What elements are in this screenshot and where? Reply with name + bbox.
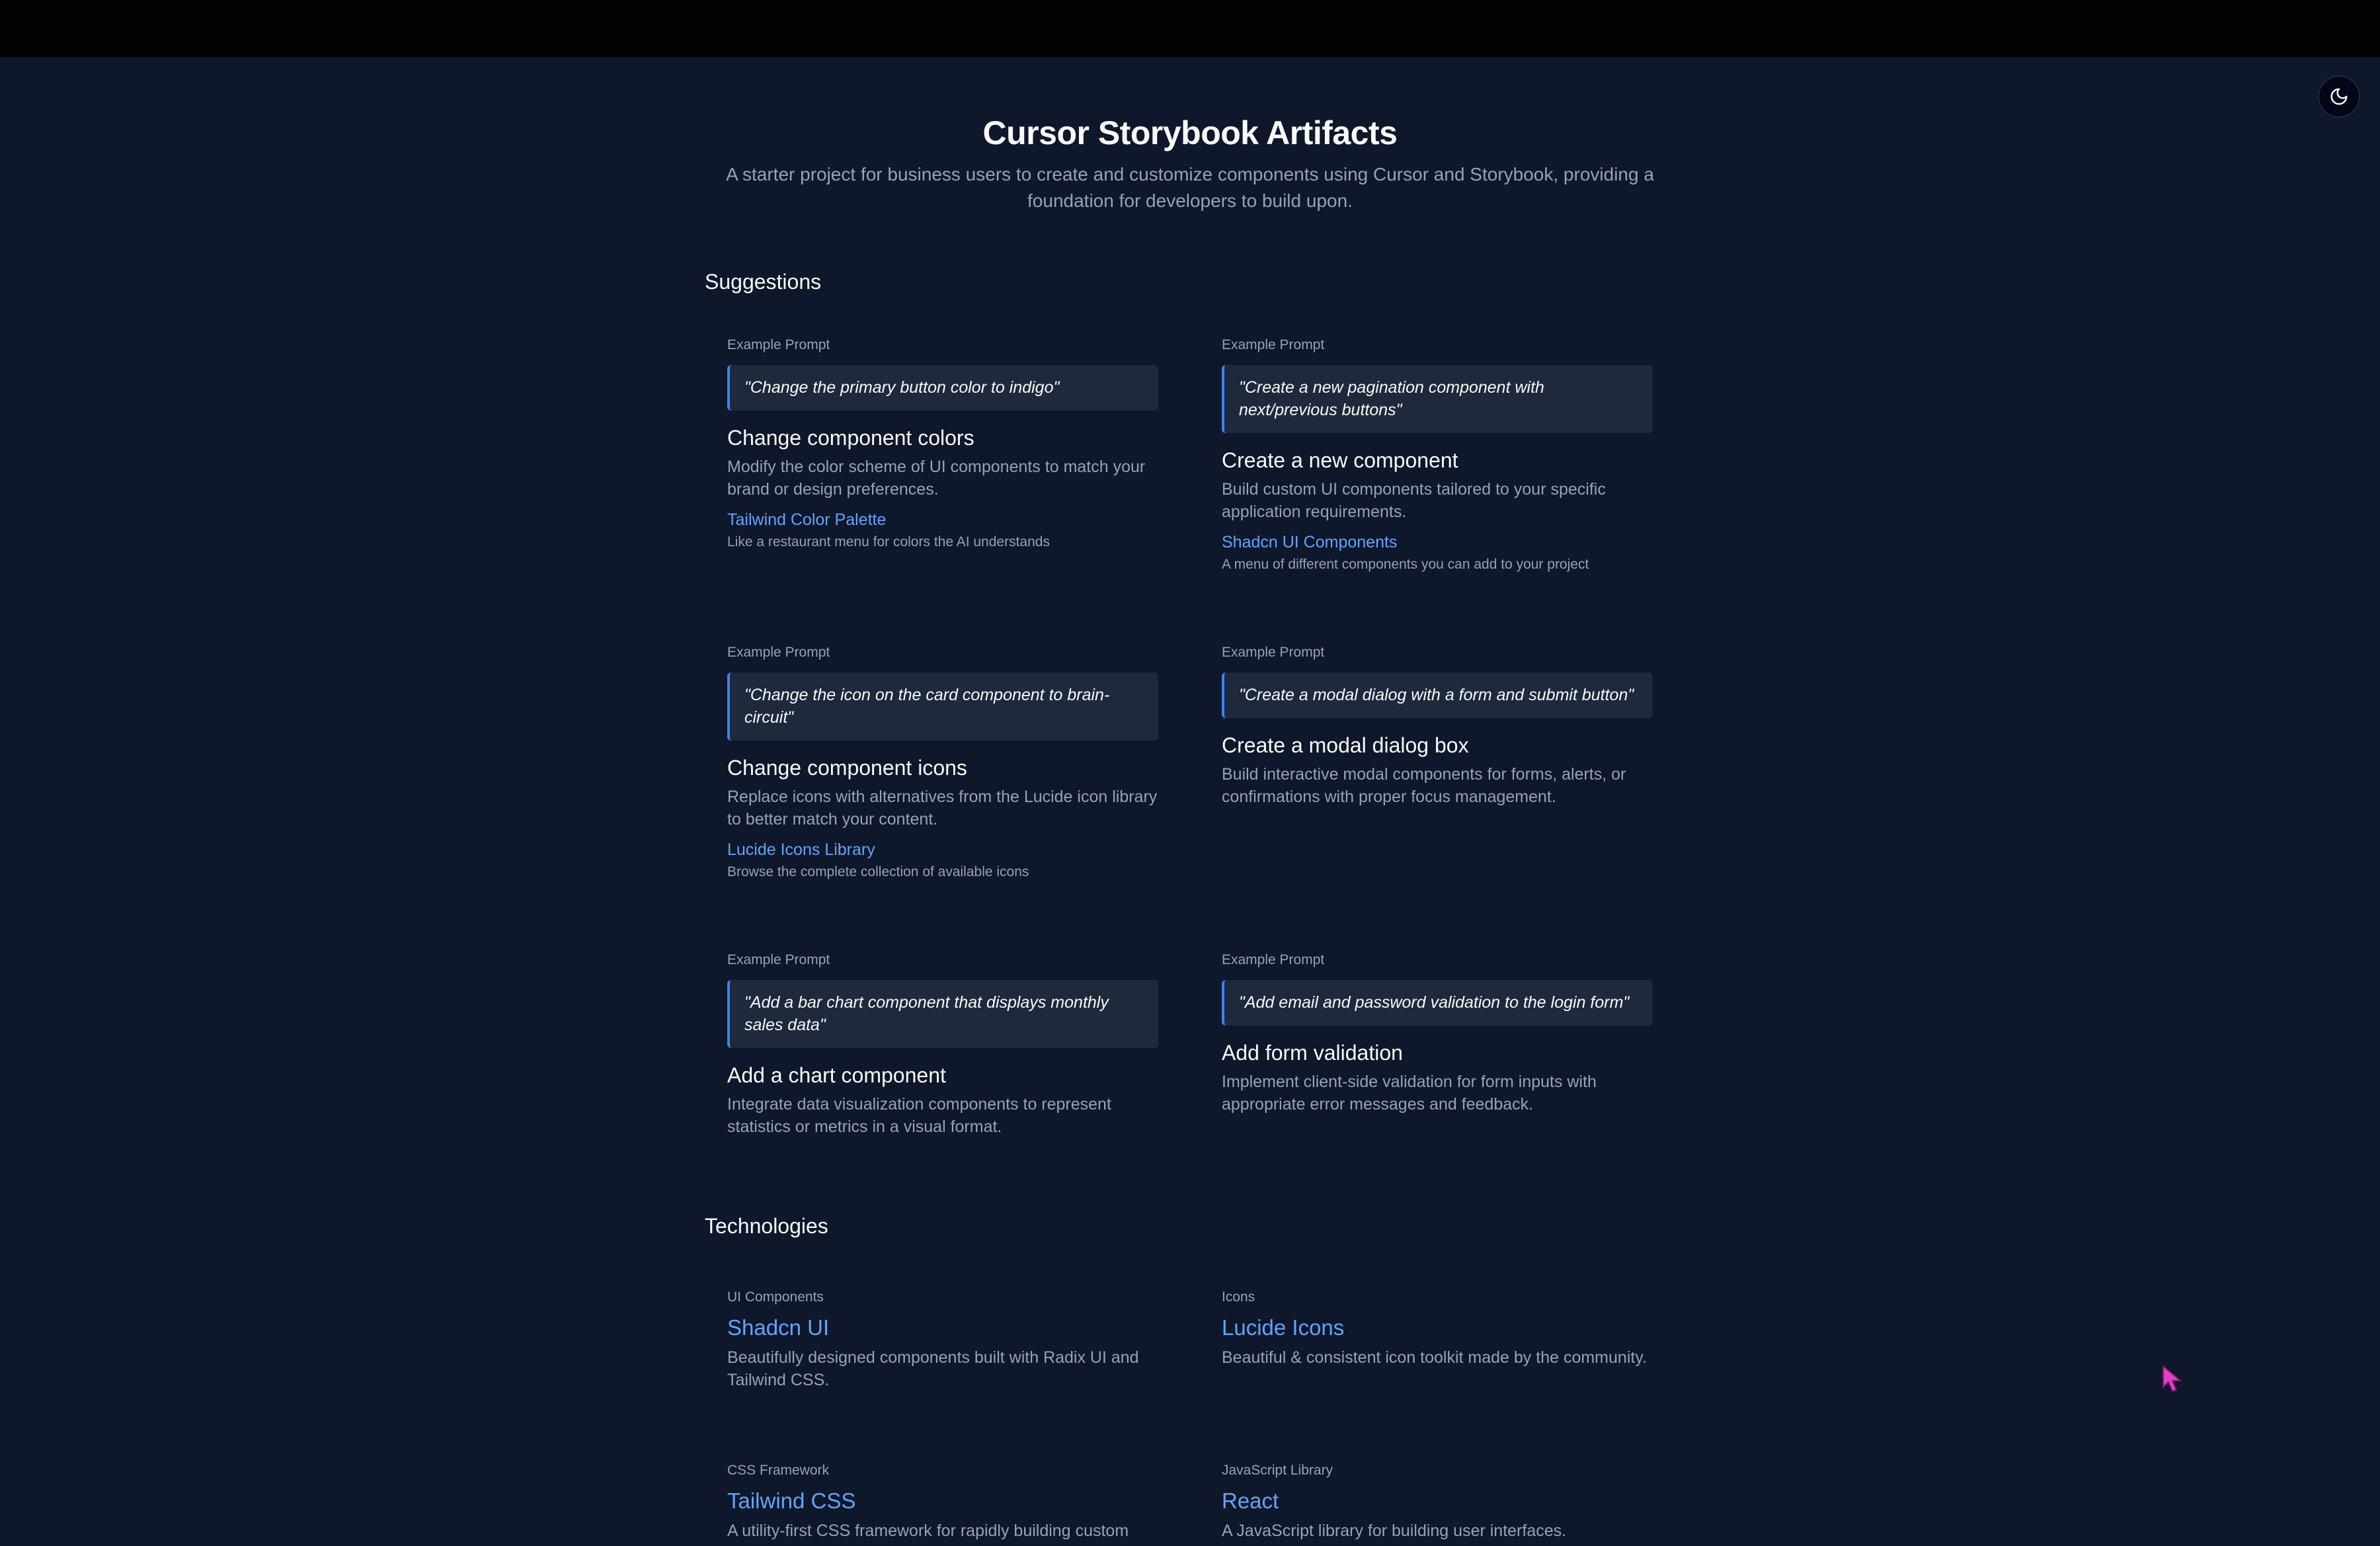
example-prompt-label: Example Prompt [1222,645,1325,660]
card-description: Modify the color scheme of UI components… [727,458,1146,499]
page-subtitle: A starter project for business users to … [726,164,1654,211]
link-note: Like a restaurant menu for colors the AI… [727,534,1050,549]
technologies-heading: Technologies [705,1214,828,1238]
example-prompt: "Change the primary button color to indi… [727,365,1158,411]
tech-category: Icons [1222,1289,1255,1305]
suggestion-card-icons: Example Prompt "Change the icon on the c… [727,643,1158,882]
example-prompt: "Change the icon on the card component t… [727,672,1158,741]
browser-top-bar [0,0,2380,57]
suggestion-card-validation: Example Prompt "Add email and password v… [1222,951,1653,1116]
card-description: Implement client-side validation for for… [1222,1073,1597,1114]
tech-category: UI Components [727,1289,824,1305]
card-title: Create a modal dialog box [1222,733,1469,757]
tech-description: A JavaScript library for building user i… [1222,1522,1567,1540]
tech-description: Beautiful & consistent icon toolkit made… [1222,1348,1647,1367]
example-prompt: "Add email and password validation to th… [1222,980,1653,1026]
theme-toggle-button[interactable] [2318,75,2360,118]
lucide-icons-link[interactable]: Lucide Icons [1222,1313,1653,1342]
shadcn-ui-link[interactable]: Shadcn UI [727,1313,1158,1342]
card-title: Change component icons [727,756,967,780]
tech-category: JavaScript Library [1222,1463,1333,1478]
tailwind-css-link[interactable]: Tailwind CSS [727,1486,1158,1516]
tech-card-shadcn: UI Components Shadcn UI Beautifully desi… [727,1288,1158,1391]
card-title: Add a chart component [727,1063,946,1087]
tech-card-react: JavaScript Library React A JavaScript li… [1222,1461,1653,1542]
tech-description: A utility-first CSS framework for rapidl… [727,1522,1129,1540]
mouse-cursor-icon [2162,1365,2182,1393]
example-prompt: "Create a modal dialog with a form and s… [1222,672,1653,718]
card-description: Integrate data visualization components … [727,1095,1111,1136]
page-title: Cursor Storybook Artifacts [982,114,1398,151]
shadcn-ui-components-link[interactable]: Shadcn UI Components [1222,531,1653,553]
tailwind-color-palette-link[interactable]: Tailwind Color Palette [727,509,1158,531]
card-title: Create a new component [1222,448,1458,472]
tech-card-tailwind: CSS Framework Tailwind CSS A utility-fir… [727,1461,1158,1542]
tech-description: Beautifully designed components built wi… [727,1348,1139,1389]
example-prompt-label: Example Prompt [727,952,830,967]
example-prompt-label: Example Prompt [1222,337,1325,352]
suggestion-card-chart: Example Prompt "Add a bar chart componen… [727,951,1158,1138]
example-prompt-label: Example Prompt [727,337,830,352]
example-prompt-label: Example Prompt [1222,952,1325,967]
link-note: Browse the complete collection of availa… [727,864,1029,879]
card-description: Build interactive modal components for f… [1222,765,1626,806]
card-title: Add form validation [1222,1041,1403,1065]
react-link[interactable]: React [1222,1486,1653,1516]
suggestion-card-modal: Example Prompt "Create a modal dialog wi… [1222,643,1653,808]
moon-icon [2330,88,2348,105]
page-header: Cursor Storybook Artifacts A starter pro… [705,110,1675,214]
card-description: Replace icons with alternatives from the… [727,788,1158,829]
suggestion-card-new-component: Example Prompt "Create a new pagination … [1222,336,1653,575]
suggestions-heading: Suggestions [705,270,822,294]
example-prompt-label: Example Prompt [727,645,830,660]
example-prompt: "Create a new pagination component with … [1222,365,1653,433]
tech-card-lucide: Icons Lucide Icons Beautiful & consisten… [1222,1288,1653,1369]
card-title: Change component colors [727,426,974,450]
suggestion-card-colors: Example Prompt "Change the primary butto… [727,336,1158,552]
tech-category: CSS Framework [727,1463,830,1478]
lucide-icons-library-link[interactable]: Lucide Icons Library [727,838,1158,861]
link-note: A menu of different components you can a… [1222,557,1589,572]
card-description: Build custom UI components tailored to y… [1222,480,1606,521]
example-prompt: "Add a bar chart component that displays… [727,980,1158,1048]
